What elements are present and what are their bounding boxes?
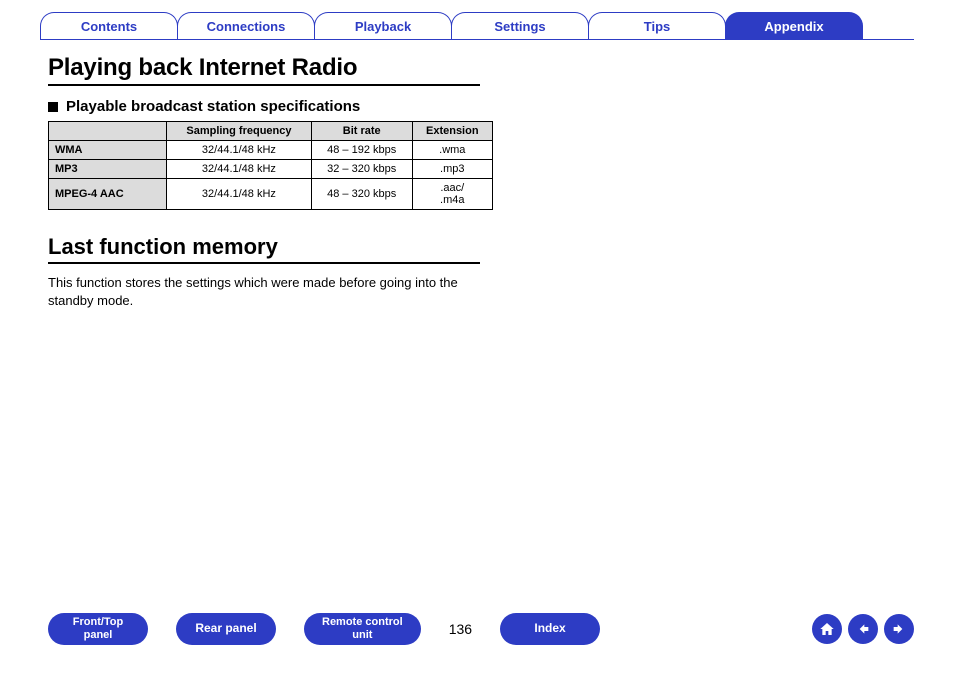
footer-nav: Front/Top panel Rear panel Remote contro… [0,613,954,645]
cell: 32 – 320 kbps [311,160,412,179]
home-button[interactable] [812,614,842,644]
row-label-wma: WMA [49,141,167,160]
row-label-mpeg4aac: MPEG-4 AAC [49,179,167,210]
cell: .wma [412,141,492,160]
pill-line1: Remote control [322,616,403,629]
index-button[interactable]: Index [500,613,600,645]
tab-playback[interactable]: Playback [314,12,452,39]
page-title: Playing back Internet Radio [48,54,480,86]
table-corner-cell [49,122,167,141]
section-heading-text: Playable broadcast station specification… [66,98,360,115]
nav-icons [812,614,914,644]
top-tabs: Contents Connections Playback Settings T… [0,0,954,39]
cell: .aac/ .m4a [412,179,492,210]
front-top-panel-button[interactable]: Front/Top panel [48,613,148,645]
main-content: Playing back Internet Radio Playable bro… [0,40,520,309]
cell: 48 – 320 kbps [311,179,412,210]
pill-line2: unit [352,629,372,642]
cell: 32/44.1/48 kHz [167,160,312,179]
arrow-right-icon [891,621,907,637]
section-heading-specs: Playable broadcast station specification… [48,98,480,115]
tab-appendix[interactable]: Appendix [725,12,863,39]
tab-connections[interactable]: Connections [177,12,315,39]
tab-contents[interactable]: Contents [40,12,178,39]
col-sampling-frequency: Sampling frequency [167,122,312,141]
arrow-left-icon [855,621,871,637]
pill-line2: panel [84,629,113,642]
pill-line1: Rear panel [195,622,256,636]
pill-line1: Front/Top [73,616,124,629]
cell: 48 – 192 kbps [311,141,412,160]
table-row: WMA 32/44.1/48 kHz 48 – 192 kbps .wma [49,141,493,160]
prev-button[interactable] [848,614,878,644]
cell: 32/44.1/48 kHz [167,141,312,160]
pill-line1: Index [534,622,565,636]
spec-table: Sampling frequency Bit rate Extension WM… [48,121,493,210]
body-text: This function stores the settings which … [48,274,488,309]
table-row: MP3 32/44.1/48 kHz 32 – 320 kbps .mp3 [49,160,493,179]
cell: .mp3 [412,160,492,179]
table-row: MPEG-4 AAC 32/44.1/48 kHz 48 – 320 kbps … [49,179,493,210]
next-button[interactable] [884,614,914,644]
rear-panel-button[interactable]: Rear panel [176,613,276,645]
tab-tips[interactable]: Tips [588,12,726,39]
table-header-row: Sampling frequency Bit rate Extension [49,122,493,141]
square-bullet-icon [48,102,58,112]
home-icon [819,621,835,637]
page-number: 136 [449,621,472,637]
col-bit-rate: Bit rate [311,122,412,141]
remote-control-unit-button[interactable]: Remote control unit [304,613,421,645]
tab-settings[interactable]: Settings [451,12,589,39]
col-extension: Extension [412,122,492,141]
section-title-last-function: Last function memory [48,234,480,264]
row-label-mp3: MP3 [49,160,167,179]
cell: 32/44.1/48 kHz [167,179,312,210]
